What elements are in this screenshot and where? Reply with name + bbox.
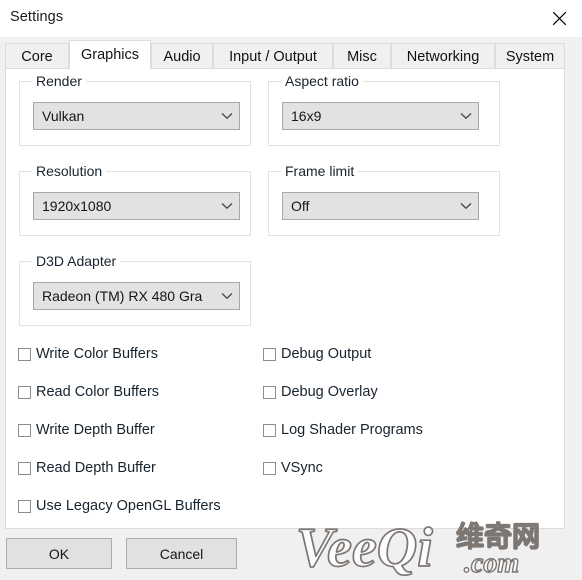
checkbox-label: Read Color Buffers bbox=[36, 384, 160, 400]
tab-label: Misc bbox=[347, 48, 377, 65]
checkbox-use-legacy-opengl-buffers[interactable]: Use Legacy OpenGL Buffers bbox=[18, 499, 221, 514]
checkbox-box[interactable] bbox=[18, 461, 31, 475]
checkbox-label: Write Color Buffers bbox=[36, 346, 158, 362]
checkbox-debug-output[interactable]: Debug Output bbox=[263, 347, 371, 362]
checkbox-label: VSync bbox=[281, 460, 323, 476]
d3d-adapter-value: Radeon (TM) RX 480 Gra bbox=[42, 288, 203, 304]
d3d-adapter-combobox[interactable]: Radeon (TM) RX 480 Gra bbox=[33, 282, 240, 310]
group-render-label: Render bbox=[32, 73, 86, 89]
tab-label: Networking bbox=[406, 48, 480, 65]
tab-label: Audio bbox=[163, 48, 201, 65]
graphics-tab-panel: Render Vulkan Aspect ratio 16x9 Resoluti… bbox=[5, 68, 565, 529]
checkbox-read-color-buffers[interactable]: Read Color Buffers bbox=[18, 385, 159, 400]
checkbox-label: Debug Overlay bbox=[281, 384, 378, 400]
tab-label: System bbox=[505, 48, 555, 65]
cancel-button[interactable]: Cancel bbox=[126, 538, 237, 569]
group-aspect-ratio-label: Aspect ratio bbox=[281, 73, 363, 89]
ok-button-label: OK bbox=[48, 545, 70, 562]
checkbox-log-shader-programs[interactable]: Log Shader Programs bbox=[263, 423, 423, 438]
checkbox-vsync[interactable]: VSync bbox=[263, 461, 323, 476]
ok-button[interactable]: OK bbox=[6, 538, 112, 569]
tab-misc[interactable]: Misc bbox=[333, 43, 391, 69]
chevron-down-icon bbox=[454, 202, 478, 210]
tab-label: Core bbox=[21, 48, 53, 65]
checkbox-write-depth-buffer[interactable]: Write Depth Buffer bbox=[18, 423, 155, 438]
tab-networking[interactable]: Networking bbox=[391, 43, 495, 69]
tab-system[interactable]: System bbox=[495, 43, 565, 69]
title-bar: Settings bbox=[0, 0, 582, 37]
checkbox-label: Log Shader Programs bbox=[281, 422, 423, 438]
checkbox-read-depth-buffer[interactable]: Read Depth Buffer bbox=[18, 461, 156, 476]
checkbox-box[interactable] bbox=[263, 347, 276, 361]
resolution-value: 1920x1080 bbox=[42, 198, 112, 214]
checkbox-label: Debug Output bbox=[281, 346, 372, 362]
svg-text:.com: .com bbox=[464, 548, 519, 578]
close-icon bbox=[552, 11, 567, 26]
tab-strip: Core Graphics Audio Input / Output Misc … bbox=[5, 40, 565, 70]
checkbox-box[interactable] bbox=[263, 385, 276, 399]
tab-input-output[interactable]: Input / Output bbox=[213, 43, 333, 69]
chevron-down-icon bbox=[215, 202, 239, 210]
render-combobox[interactable]: Vulkan bbox=[33, 102, 240, 130]
tab-graphics[interactable]: Graphics bbox=[69, 40, 151, 70]
cancel-button-label: Cancel bbox=[159, 545, 204, 562]
checkbox-box[interactable] bbox=[18, 423, 31, 437]
checkbox-label: Write Depth Buffer bbox=[36, 422, 155, 438]
resolution-combobox[interactable]: 1920x1080 bbox=[33, 192, 240, 220]
render-value: Vulkan bbox=[42, 108, 85, 124]
checkbox-box[interactable] bbox=[263, 461, 276, 475]
checkbox-box[interactable] bbox=[18, 499, 31, 513]
checkbox-debug-overlay[interactable]: Debug Overlay bbox=[263, 385, 378, 400]
page-title: Settings bbox=[10, 9, 64, 25]
group-frame-limit-label: Frame limit bbox=[281, 163, 359, 179]
aspect-ratio-value: 16x9 bbox=[291, 108, 322, 124]
checkbox-box[interactable] bbox=[263, 423, 276, 437]
tab-label: Graphics bbox=[80, 47, 140, 63]
frame-limit-value: Off bbox=[291, 198, 310, 214]
tab-core[interactable]: Core bbox=[5, 43, 69, 69]
tab-label: Input / Output bbox=[229, 48, 317, 65]
close-button[interactable] bbox=[536, 0, 582, 36]
checkbox-write-color-buffers[interactable]: Write Color Buffers bbox=[18, 347, 158, 362]
chevron-down-icon bbox=[215, 292, 239, 300]
tab-audio[interactable]: Audio bbox=[151, 43, 213, 69]
group-resolution: Resolution 1920x1080 bbox=[19, 163, 251, 236]
chevron-down-icon bbox=[454, 112, 478, 120]
frame-limit-combobox[interactable]: Off bbox=[282, 192, 479, 220]
checkbox-label: Use Legacy OpenGL Buffers bbox=[36, 498, 221, 514]
checkbox-box[interactable] bbox=[18, 385, 31, 399]
checkbox-label: Read Depth Buffer bbox=[36, 460, 156, 476]
group-d3d-adapter: D3D Adapter Radeon (TM) RX 480 Gra bbox=[19, 253, 251, 326]
group-aspect-ratio: Aspect ratio 16x9 bbox=[268, 73, 500, 146]
group-resolution-label: Resolution bbox=[32, 163, 107, 179]
group-frame-limit: Frame limit Off bbox=[268, 163, 500, 236]
group-d3d-adapter-label: D3D Adapter bbox=[32, 253, 121, 269]
chevron-down-icon bbox=[215, 112, 239, 120]
aspect-ratio-combobox[interactable]: 16x9 bbox=[282, 102, 479, 130]
group-render: Render Vulkan bbox=[19, 73, 251, 146]
checkbox-box[interactable] bbox=[18, 347, 31, 361]
